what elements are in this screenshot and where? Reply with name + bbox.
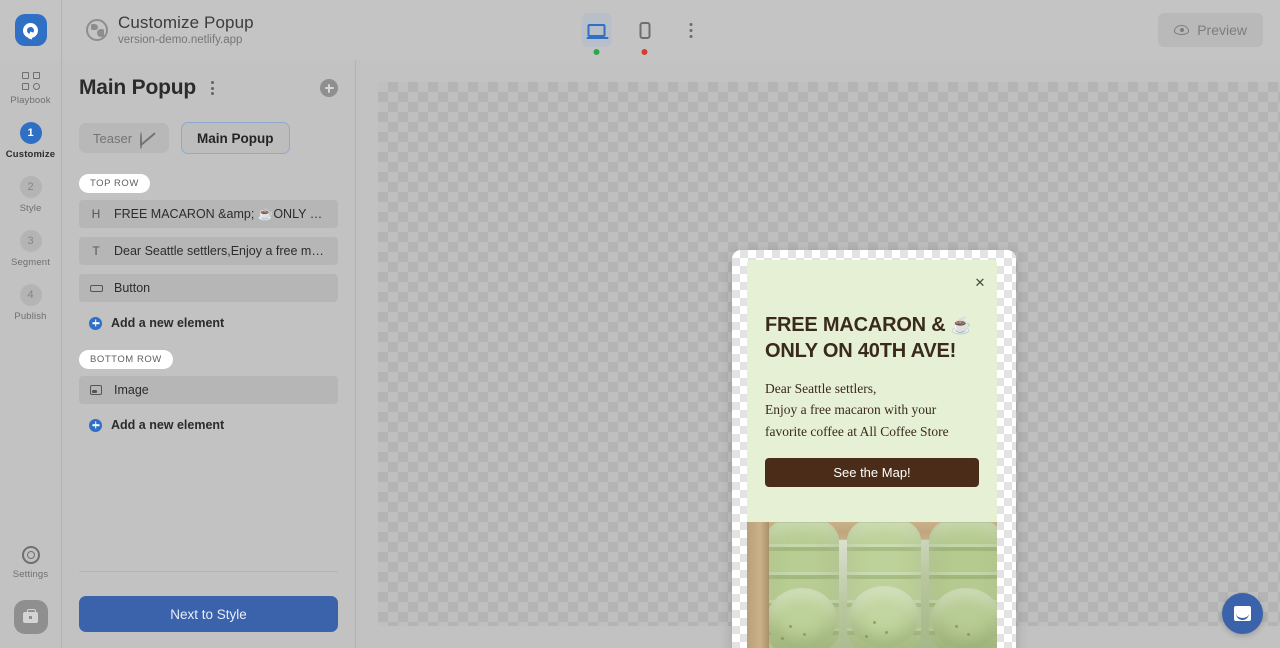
preview-button-label: Preview: [1197, 22, 1247, 38]
device-switcher: [581, 13, 699, 55]
eye-off-icon: [140, 131, 156, 149]
step-number: 3: [19, 230, 42, 252]
image-icon: [89, 385, 103, 395]
sidebar-item-label: Style: [19, 203, 42, 214]
coffee-cup-icon: ☕: [950, 316, 972, 335]
topbar-more-menu-icon[interactable]: [684, 17, 699, 44]
add-element-top-row[interactable]: Add a new element: [89, 316, 338, 330]
device-desktop-button[interactable]: [581, 13, 612, 55]
sidebar-item-playbook[interactable]: Playbook: [0, 72, 62, 106]
left-rail: Playbook 1 Customize 2 Style 3 Segment 4…: [0, 60, 62, 648]
list-item[interactable]: H FREE MACARON &amp; ☕ONLY ON 40TH ...: [79, 200, 338, 228]
popup-heading: FREE MACARON & ☕ ONLY ON 40TH AVE!: [765, 312, 979, 364]
panel-title: Main Popup: [79, 76, 196, 99]
globe-icon: [86, 18, 108, 41]
sidebar-item-label: Segment: [10, 257, 51, 268]
popup-heading-line1: FREE MACARON &: [765, 314, 946, 336]
sidebar-item-customize[interactable]: 1 Customize: [0, 122, 62, 160]
briefcase-avatar-icon[interactable]: [13, 600, 48, 634]
preview-button[interactable]: Preview: [1158, 13, 1263, 47]
mobile-phone-icon: [639, 21, 650, 39]
popup-heading-line2: ONLY ON 40TH AVE!: [765, 340, 957, 362]
list-item[interactable]: Button: [79, 274, 338, 302]
panel-more-menu-icon[interactable]: [207, 77, 218, 99]
popup-body-line1: Dear Seattle settlers,: [765, 381, 877, 396]
gear-icon: [21, 546, 40, 564]
top-bar: Customize Popup version-demo.netlify.app…: [0, 0, 1280, 60]
panel-header: Main Popup: [79, 60, 338, 100]
popup-body-line2: Enjoy a free macaron with your: [765, 402, 937, 418]
step-number: 4: [19, 284, 42, 306]
editor-panel: Main Popup Teaser Main Popup TOP ROW H F…: [62, 60, 356, 648]
add-element-label: Add a new element: [111, 316, 225, 330]
add-variant-plus-circle-icon[interactable]: [320, 79, 338, 97]
panel-divider: [79, 571, 338, 572]
list-item-label: Image: [114, 383, 149, 397]
top-row-element-list: H FREE MACARON &amp; ☕ONLY ON 40TH ... T…: [79, 200, 338, 302]
tab-main-popup[interactable]: Main Popup: [181, 122, 290, 154]
desktop-status-dot: [593, 49, 600, 55]
popup-content: ✕ FREE MACARON & ☕ ONLY ON 40TH AVE! Dea…: [747, 260, 997, 648]
site-domain: version-demo.netlify.app: [118, 34, 243, 47]
bottom-row-element-list: Image: [79, 376, 338, 404]
eye-icon: [1174, 25, 1190, 35]
text-icon: T: [92, 244, 100, 258]
desktop-monitor-icon: [586, 23, 609, 39]
step-number: 1: [19, 122, 42, 144]
tab-teaser[interactable]: Teaser: [79, 123, 170, 153]
sidebar-item-label: Settings: [12, 569, 49, 580]
step-number: 2: [19, 176, 42, 198]
popup-cta-button[interactable]: See the Map!: [765, 457, 979, 487]
popup-preview-card[interactable]: ✕ FREE MACARON & ☕ ONLY ON 40TH AVE! Dea…: [732, 250, 1016, 648]
sidebar-item-style[interactable]: 2 Style: [0, 176, 62, 214]
close-x-icon[interactable]: ✕: [973, 276, 987, 290]
sidebar-item-label: Publish: [14, 311, 47, 322]
button-icon: [89, 284, 103, 292]
plus-circle-icon: [89, 418, 102, 432]
page-title-block: Customize Popup version-demo.netlify.app: [86, 13, 254, 48]
add-element-label: Add a new element: [111, 418, 225, 432]
tab-teaser-label: Teaser: [93, 130, 133, 146]
page-title: Customize Popup: [118, 12, 254, 32]
sidebar-item-label: Customize: [5, 149, 56, 160]
sidebar-item-publish[interactable]: 4 Publish: [0, 284, 62, 322]
list-item-label: Dear Seattle settlers,Enjoy a free macar…: [114, 244, 328, 258]
list-item-label: FREE MACARON &amp; ☕ONLY ON 40TH ...: [114, 206, 328, 221]
mobile-status-dot: [641, 49, 648, 55]
popup-macaron-image: [747, 522, 997, 648]
grid-apps-icon: [21, 72, 40, 90]
plus-circle-icon: [89, 316, 102, 330]
heading-icon: H: [91, 207, 101, 221]
chat-widget-button[interactable]: [1222, 593, 1263, 634]
popup-part-tabs: Teaser Main Popup: [79, 122, 338, 154]
add-element-bottom-row[interactable]: Add a new element: [89, 418, 338, 432]
brand-logo-container[interactable]: [0, 0, 62, 60]
row-label-bottom: BOTTOM ROW: [79, 350, 173, 369]
device-mobile-button[interactable]: [630, 13, 660, 55]
popup-body-text: Dear Seattle settlers, Enjoy a free maca…: [765, 378, 979, 442]
popup-body-line3: favorite coffee at All Coffee Store: [765, 423, 949, 439]
list-item[interactable]: T Dear Seattle settlers,Enjoy a free mac…: [79, 237, 338, 265]
sidebar-item-settings[interactable]: Settings: [0, 546, 62, 580]
chat-bubble-icon: [1234, 606, 1251, 621]
next-to-style-button[interactable]: Next to Style: [79, 596, 338, 632]
row-label-top: TOP ROW: [79, 174, 150, 193]
list-item[interactable]: Image: [79, 376, 338, 404]
tab-main-popup-label: Main Popup: [197, 130, 274, 146]
optimonk-logo-icon: [14, 14, 47, 46]
sidebar-item-label: Playbook: [10, 95, 51, 106]
sidebar-item-segment[interactable]: 3 Segment: [0, 230, 62, 268]
preview-canvas: ✕ FREE MACARON & ☕ ONLY ON 40TH AVE! Dea…: [357, 60, 1280, 648]
app-root: Customize Popup version-demo.netlify.app…: [0, 0, 1280, 648]
list-item-label: Button: [114, 281, 151, 295]
